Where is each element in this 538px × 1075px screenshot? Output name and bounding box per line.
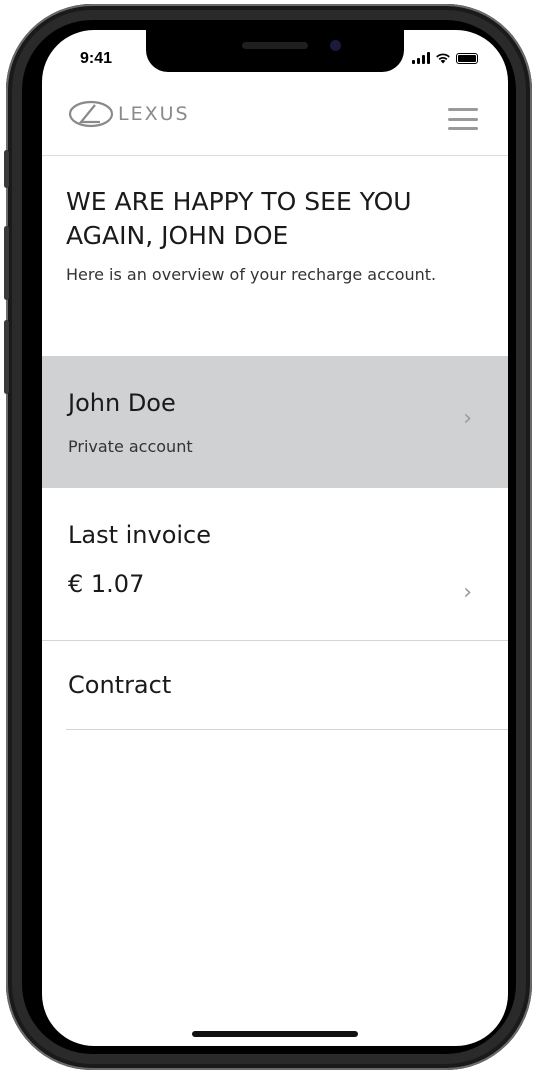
chevron-right-icon: › (463, 580, 472, 605)
chevron-right-icon: › (463, 406, 472, 431)
hamburger-menu-icon[interactable] (448, 108, 478, 130)
account-card[interactable]: John Doe Private account › (42, 356, 508, 488)
front-camera (330, 40, 341, 51)
invoice-label: Last invoice (68, 521, 212, 549)
lexus-logo[interactable]: LEXUS (68, 100, 190, 128)
welcome-title: WE ARE HAPPY TO SEE YOU AGAIN, JOHN DOE (66, 187, 412, 250)
invoice-amount: € 1.07 (68, 570, 145, 598)
volume-up-button (4, 226, 9, 300)
account-name: John Doe (68, 389, 176, 417)
volume-down-button (4, 320, 9, 394)
home-indicator[interactable] (192, 1031, 358, 1037)
app-header: LEXUS (42, 80, 508, 156)
contract-row[interactable]: Contract (66, 641, 508, 730)
lexus-emblem-icon (68, 100, 114, 128)
wifi-icon (436, 53, 450, 64)
device-frame: 9:41 LEXUS WE ARE HAPPY TO SEE YOU AGAIN… (0, 0, 538, 1075)
battery-icon (456, 53, 478, 64)
brand-wordmark: LEXUS (118, 103, 190, 125)
last-invoice-row[interactable]: Last invoice € 1.07 › (42, 488, 508, 641)
welcome-section: WE ARE HAPPY TO SEE YOU AGAIN, JOHN DOE … (66, 185, 486, 286)
account-type: Private account (68, 437, 193, 456)
silent-switch (4, 150, 9, 188)
speaker-grille (242, 42, 308, 49)
contract-label: Contract (68, 671, 172, 699)
app-screen: 9:41 LEXUS WE ARE HAPPY TO SEE YOU AGAIN… (42, 30, 508, 1046)
status-time: 9:41 (80, 50, 113, 67)
notch (146, 30, 404, 72)
status-icons (412, 52, 478, 64)
cellular-signal-icon (412, 52, 430, 64)
welcome-subtitle: Here is an overview of your recharge acc… (66, 265, 437, 284)
